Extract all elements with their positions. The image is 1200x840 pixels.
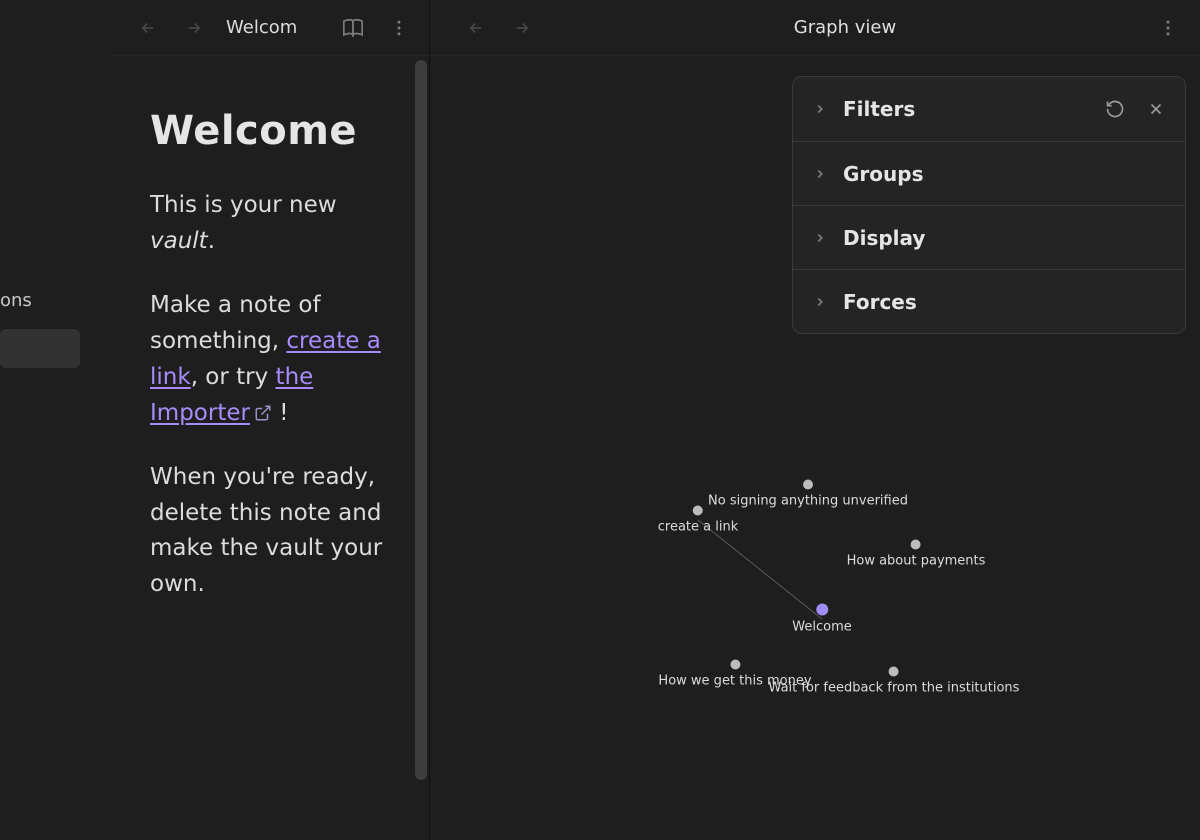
graph-settings-groups-label: Groups — [843, 162, 923, 186]
graph-settings-display-label: Display — [843, 226, 925, 250]
graph-node-dot — [889, 667, 899, 677]
graph-node-dot — [730, 660, 740, 670]
chevron-right-icon — [813, 102, 827, 116]
graph-settings-groups[interactable]: Groups — [793, 141, 1185, 205]
rotate-ccw-icon — [1105, 99, 1125, 119]
graph-node-payments[interactable]: How about payments — [847, 540, 986, 569]
graph-node-nosign[interactable]: No signing anything unverified — [708, 480, 908, 509]
more-vertical-icon — [389, 18, 409, 38]
chevron-right-icon — [813, 295, 827, 309]
book-icon — [342, 17, 364, 39]
graph-settings-filters-label: Filters — [843, 97, 915, 121]
graph-node-feedback[interactable]: Wait for feedback from the institutions — [769, 667, 1020, 696]
note-paragraph-1: This is your new vault. — [150, 188, 393, 260]
graph-nav-back-button[interactable] — [462, 14, 490, 42]
graph-node-label: Welcome — [792, 620, 851, 635]
note-scrollbar[interactable] — [415, 60, 427, 780]
graph-node-dot — [911, 540, 921, 550]
note-more-options-button[interactable] — [385, 14, 413, 42]
graph-settings-display[interactable]: Display — [793, 205, 1185, 269]
note-tab-title[interactable]: Welcom — [226, 17, 297, 38]
graph-settings-filters[interactable]: Filters — [793, 77, 1185, 141]
graph-node-label: create a link — [658, 520, 739, 535]
graph-node-label: Wait for feedback from the institutions — [769, 681, 1020, 696]
sidebar-selected-item[interactable] — [0, 329, 80, 368]
note-paragraph-3: When you're ready, delete this note and … — [150, 460, 393, 604]
graph-view-title: Graph view — [554, 17, 1136, 38]
graph-node-welcome[interactable]: Welcome — [792, 604, 851, 635]
graph-more-options-button[interactable] — [1154, 14, 1182, 42]
reset-filters-button[interactable] — [1105, 99, 1125, 119]
graph-settings-panel: Filters Groups Display Forces — [792, 76, 1186, 334]
note-editor-pane: Welcom Welcome This is your new vault. M… — [110, 0, 430, 840]
graph-node-label: No signing anything unverified — [708, 494, 908, 509]
note-tab-bar: Welcom — [110, 0, 429, 56]
graph-settings-forces-label: Forces — [843, 290, 917, 314]
graph-nav-forward-button[interactable] — [508, 14, 536, 42]
reading-mode-toggle[interactable] — [339, 14, 367, 42]
nav-back-button[interactable] — [134, 14, 162, 42]
more-vertical-icon — [1158, 18, 1178, 38]
close-icon — [1147, 100, 1165, 118]
note-heading: Welcome — [150, 100, 393, 162]
chevron-right-icon — [813, 231, 827, 245]
chevron-right-icon — [813, 167, 827, 181]
note-content[interactable]: Welcome This is your new vault. Make a n… — [110, 56, 429, 655]
graph-node-create[interactable]: create a link — [658, 506, 739, 535]
graph-tab-bar: Graph view — [430, 0, 1200, 56]
close-settings-button[interactable] — [1147, 100, 1165, 118]
graph-node-dot — [803, 480, 813, 490]
graph-view-pane: Graph view create a link No signing anyth… — [430, 0, 1200, 840]
note-paragraph-2: Make a note of something, create a link,… — [150, 288, 393, 432]
graph-node-label: How about payments — [847, 554, 986, 569]
graph-settings-forces[interactable]: Forces — [793, 269, 1185, 333]
file-explorer-sidebar[interactable]: ons — [0, 0, 110, 840]
sidebar-text-fragment: ons — [0, 290, 110, 311]
nav-forward-button[interactable] — [180, 14, 208, 42]
external-link-icon — [254, 404, 272, 422]
graph-node-dot — [693, 506, 703, 516]
graph-node-dot — [816, 604, 828, 616]
